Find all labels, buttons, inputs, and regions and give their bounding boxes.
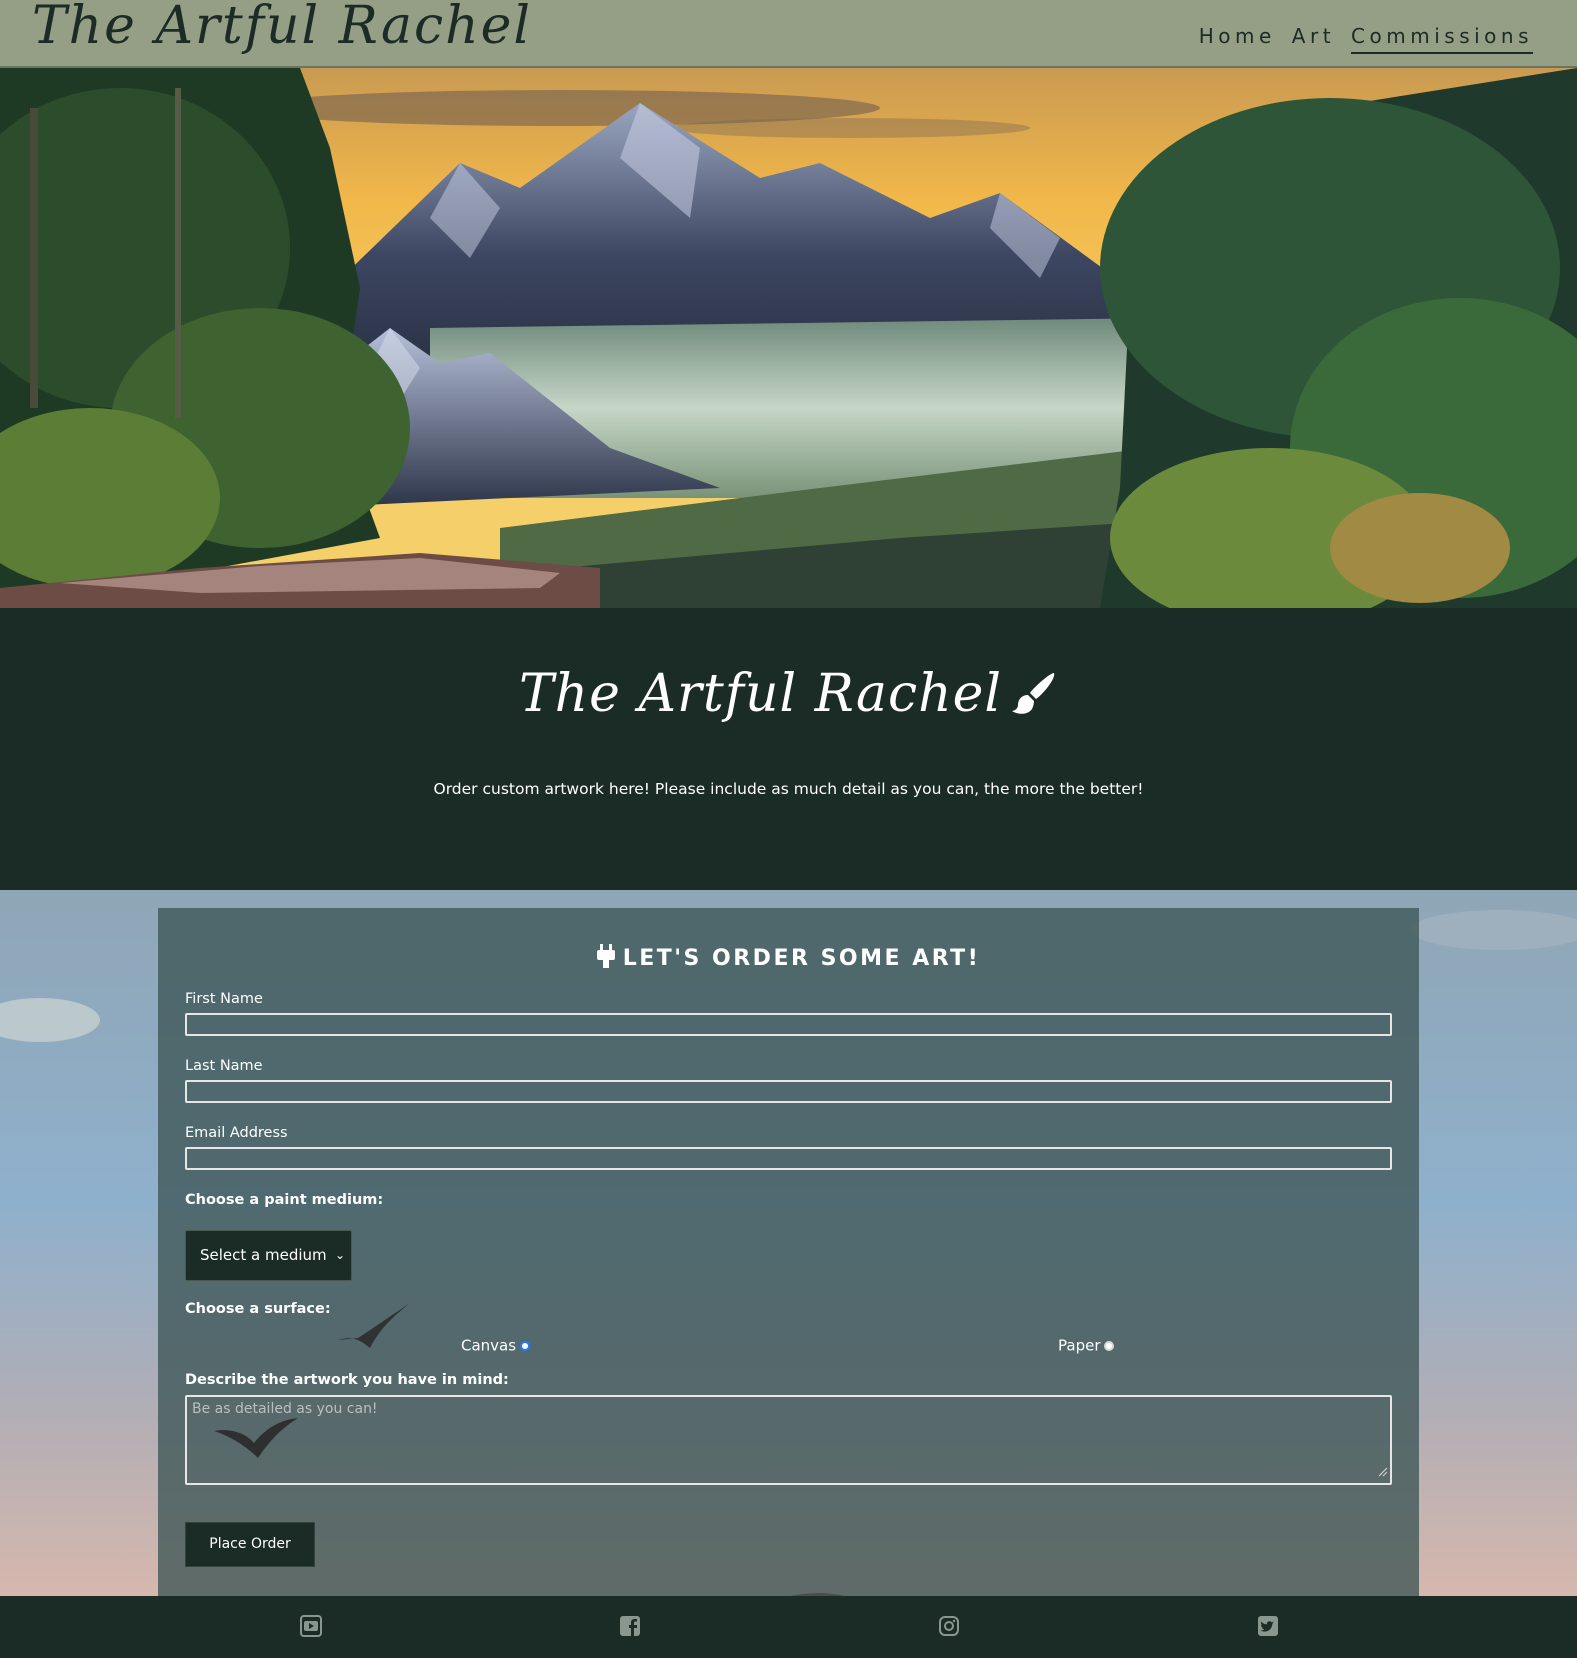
intro-description: Order custom artwork here! Please includ…	[433, 780, 1144, 798]
intro-section: The Artful Rachel Order custom artwork h…	[0, 608, 1577, 890]
site-logo[interactable]: The Artful Rachel	[32, 0, 532, 56]
email-input[interactable]	[185, 1147, 1392, 1170]
surface-option-paper[interactable]: Paper	[1058, 1336, 1115, 1355]
last-name-label: Last Name	[185, 1058, 263, 1074]
site-header: The Artful Rachel Home Art Commissions	[0, 0, 1577, 68]
nav-home-link[interactable]: Home	[1199, 24, 1276, 54]
resize-grip-icon[interactable]	[1376, 1465, 1388, 1481]
form-heading: LET'S ORDER SOME ART!	[158, 944, 1419, 974]
landscape-painting-image	[0, 68, 1577, 608]
first-name-label: First Name	[185, 991, 263, 1007]
order-form-section: LET'S ORDER SOME ART! First Name Last Na…	[0, 890, 1577, 1596]
email-label: Email Address	[185, 1125, 288, 1141]
medium-select-value: Select a medium	[200, 1246, 327, 1264]
youtube-icon[interactable]	[300, 1615, 322, 1637]
form-heading-text: LET'S ORDER SOME ART!	[622, 946, 981, 971]
order-form-card: LET'S ORDER SOME ART! First Name Last Na…	[158, 908, 1419, 1596]
intro-title-text: The Artful Rachel	[518, 664, 1003, 724]
hero-painting	[0, 68, 1577, 608]
main-nav: Home Art Commissions	[1183, 24, 1533, 54]
instagram-icon[interactable]	[938, 1615, 960, 1637]
medium-label: Choose a paint medium:	[185, 1192, 384, 1208]
nav-commissions-link[interactable]: Commissions	[1351, 24, 1533, 54]
canvas-label: Canvas	[461, 1336, 517, 1355]
intro-title: The Artful Rachel	[0, 664, 1577, 730]
surface-label: Choose a surface:	[185, 1301, 331, 1317]
plug-icon	[596, 944, 615, 974]
site-footer	[0, 1596, 1577, 1658]
nav-art-link[interactable]: Art	[1292, 24, 1335, 54]
surface-option-canvas[interactable]: Canvas	[461, 1336, 531, 1355]
paintbrush-icon	[1010, 669, 1058, 730]
paper-radio[interactable]	[1104, 1340, 1115, 1351]
paper-label: Paper	[1058, 1336, 1101, 1355]
artwork-description-textarea[interactable]: Be as detailed as you can!	[185, 1395, 1392, 1485]
medium-select[interactable]: Select a medium ⌄	[185, 1230, 352, 1281]
first-name-input[interactable]	[185, 1013, 1392, 1036]
canvas-radio[interactable]	[520, 1340, 531, 1351]
chevron-down-icon: ⌄	[334, 1248, 345, 1262]
place-order-button[interactable]: Place Order	[185, 1522, 315, 1567]
last-name-input[interactable]	[185, 1080, 1392, 1103]
facebook-icon[interactable]	[619, 1615, 641, 1637]
twitter-icon[interactable]	[1257, 1615, 1279, 1637]
description-placeholder: Be as detailed as you can!	[192, 1401, 378, 1417]
description-label: Describe the artwork you have in mind:	[185, 1372, 509, 1388]
